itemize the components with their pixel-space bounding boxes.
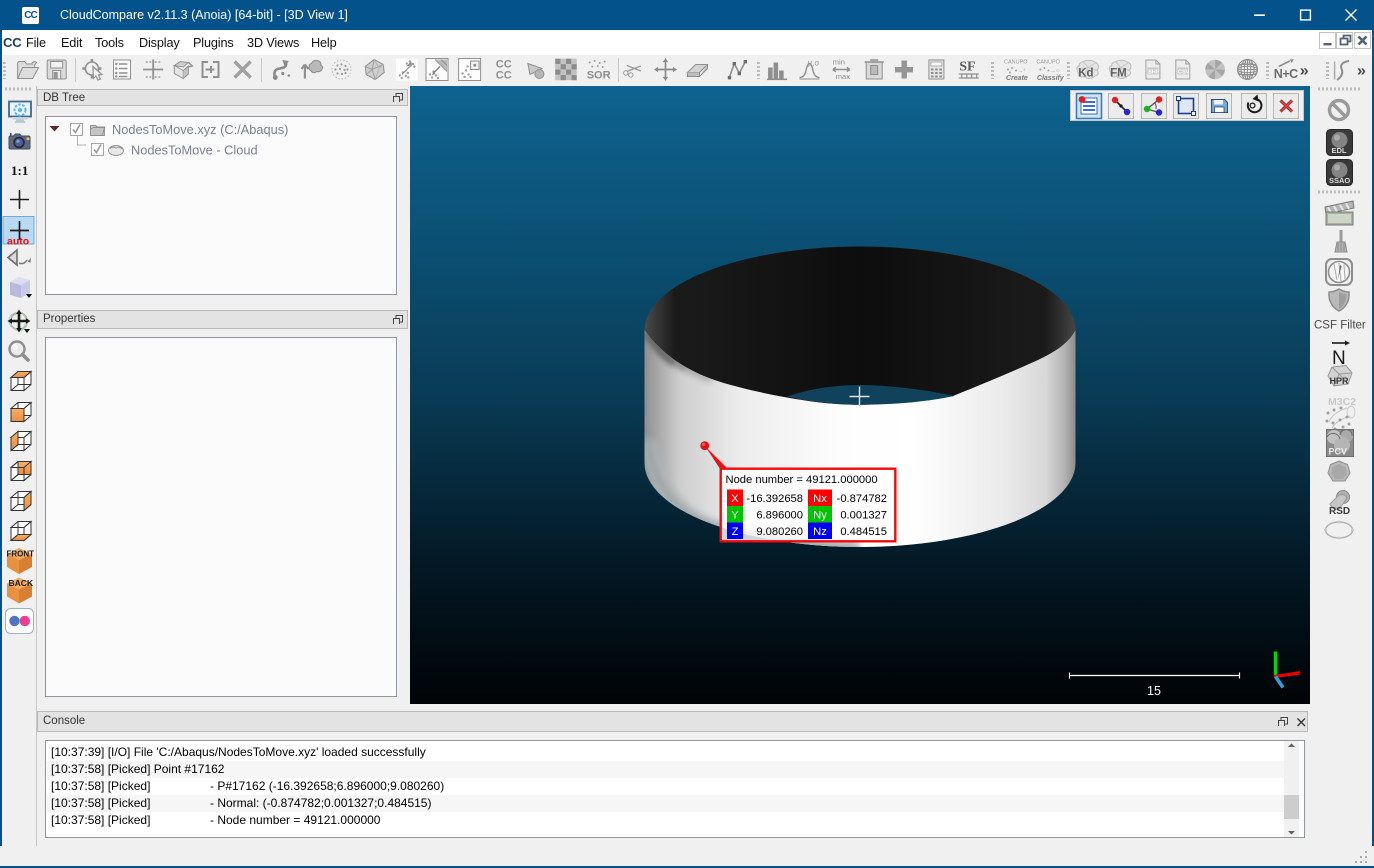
svg-text:auto: auto [7, 236, 29, 248]
svg-text:Create: Create [1006, 75, 1028, 82]
svg-text:CSF Filter: CSF Filter [1314, 320, 1366, 332]
svg-text:N+C: N+C [1274, 67, 1298, 81]
svg-text:SSAO: SSAO [1329, 176, 1350, 185]
svg-text:0.001327: 0.001327 [840, 510, 887, 522]
svg-text:HPR: HPR [1330, 376, 1350, 386]
svg-text:→²: →² [1018, 69, 1026, 75]
svg-text:»: » [1357, 63, 1366, 80]
svg-text:PCV: PCV [1329, 447, 1348, 457]
svg-text:SHP: SHP [1148, 69, 1160, 75]
svg-text:-16.392658: -16.392658 [746, 493, 803, 505]
svg-text:»: » [1300, 63, 1309, 80]
svg-text:Nz: Nz [813, 526, 827, 538]
svg-text:CSV: CSV [1178, 69, 1190, 75]
svg-text:Z: Z [732, 526, 739, 538]
svg-text:Ny: Ny [813, 510, 827, 522]
svg-text:9.080260: 9.080260 [756, 526, 803, 538]
svg-text:Classify: Classify [1037, 75, 1065, 82]
svg-text:-0.874782: -0.874782 [837, 493, 887, 505]
svg-text:CANUPO: CANUPO [1036, 60, 1060, 66]
svg-text:min: min [833, 58, 845, 67]
svg-text:Nx: Nx [813, 493, 827, 505]
svg-text:SOR: SOR [587, 70, 611, 82]
svg-text:max: max [836, 72, 850, 81]
svg-text:Kd: Kd [1078, 68, 1093, 80]
svg-text:X: X [731, 493, 739, 505]
svg-text:CANUPO: CANUPO [1004, 60, 1028, 66]
svg-text:SF: SF [959, 60, 975, 75]
svg-text:0.484515: 0.484515 [840, 526, 887, 538]
svg-text:6.896000: 6.896000 [756, 510, 803, 522]
svg-text:→○: →○ [1049, 68, 1060, 75]
svg-text:RSD: RSD [1329, 506, 1350, 517]
svg-text:FRONT: FRONT [7, 550, 35, 559]
svg-text:NodesToMove - Cloud: NodesToMove - Cloud [131, 143, 258, 158]
svg-text:EDL: EDL [1332, 146, 1347, 155]
svg-text:Node number = 49121.000000: Node number = 49121.000000 [726, 474, 878, 486]
svg-text:Y: Y [731, 510, 739, 522]
svg-text:CC: CC [496, 70, 512, 82]
svg-text:FM: FM [1110, 68, 1127, 80]
svg-text:NodesToMove.xyz (C:/Abaqus): NodesToMove.xyz (C:/Abaqus) [112, 122, 288, 137]
svg-text:1:1: 1:1 [11, 163, 28, 178]
svg-text:15: 15 [1147, 684, 1161, 698]
svg-text:BACK: BACK [9, 578, 34, 588]
